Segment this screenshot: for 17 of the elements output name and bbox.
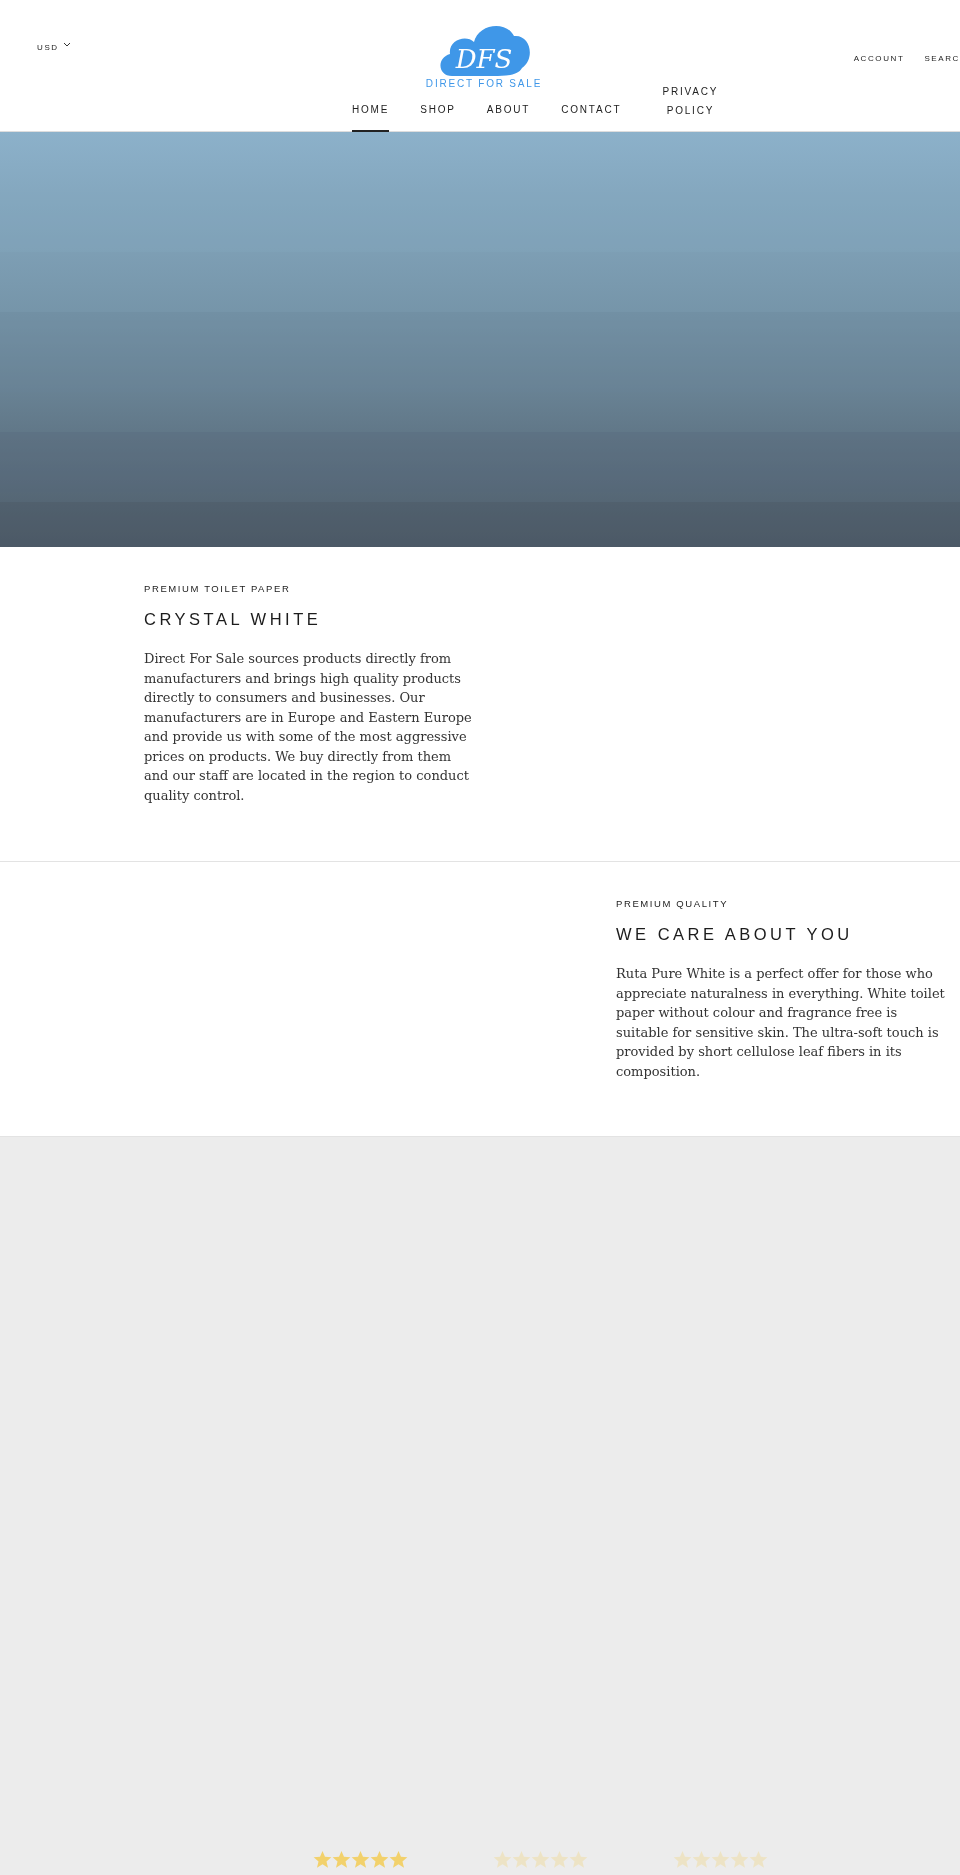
section-eyebrow: PREMIUM QUALITY [616,898,730,909]
section-title: WE CARE ABOUT YOU [616,925,854,944]
nav-link[interactable]: CONTACT [561,104,622,132]
logo-mark: DFS [455,44,513,74]
section-title: CRYSTAL WHITE [144,610,323,629]
caret-icon [62,41,71,48]
section-text: Direct For Sale sources products directly from manufacturers and brings high quality products directly to consumers and businesses. Our manufacturers are in Europe and Eastern Europe and provide us with some of the most aggressive prices on products. We buy directly from them and our staff are located in the region to conduct quality control. [144,650,473,805]
header-link[interactable]: ACCOUNT [853,54,905,63]
section-eyebrow: PREMIUM TOILET PAPER [144,583,292,594]
header-link[interactable]: SEARC [924,54,960,63]
section-text: Ruta Pure White is a perfect offer for those who appreciate naturalness in everything. White toilet paper without colour and fragrance free is suitable for sensitive skin. The ultra-soft touch is provided by short cellulose leaf fibers in its composition. [616,965,946,1081]
cloud-icon [440,26,530,76]
nav-link[interactable]: ABOUT [486,104,531,132]
nav-link[interactable]: PRIVACY POLICY [660,82,721,132]
nav-link[interactable]: SHOP [420,104,456,132]
logo-name: DIRECT FOR SALE [425,78,543,89]
currency-selector[interactable]: USD [37,43,71,52]
